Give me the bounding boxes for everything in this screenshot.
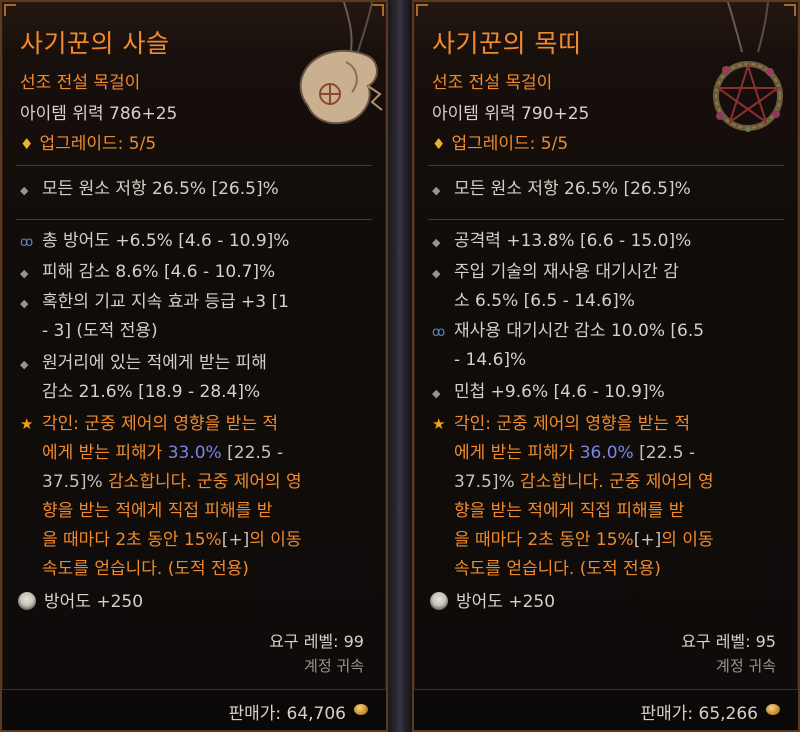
diamond-bullet-icon: ◆ [432,184,441,197]
affix-line: ꝏ총 방어도 +6.5% [4.6 - 10.9]% [20,227,374,257]
skull-gem-icon [430,592,448,610]
upgrade-diamond-icon: ♦ [432,135,446,153]
required-level: 요구 레벨: 95 [681,632,776,651]
sell-price-bar: 판매가: 65,266 [414,689,798,730]
item-name: 사기꾼의 목띠 [432,29,582,58]
sell-price: 판매가: 64,706 [228,704,346,724]
affix-line-cont: - 3] (도적 전용) [42,321,158,341]
affix-line: ◆ 혹한의 기교 지속 효과 등급 +3 [1 [20,288,374,318]
item-power: 아이템 위력 790+25 [432,104,590,124]
affix-line-cont: - 14.6]% [454,350,527,370]
implicit-stat: ◆ 모든 원소 저항 26.5% [26.5]% [20,175,374,205]
affix-line: ◆ 민첩 +9.6% [4.6 - 10.9]% [432,378,786,408]
upgrade-diamond-icon: ♦ [20,135,34,153]
implicit-stat: ◆ 모든 원소 저항 26.5% [26.5]% [432,175,786,205]
diamond-bullet-icon: ◆ [20,358,29,371]
blue-swirl-icon: ꝏ [432,325,446,340]
divider [16,219,372,220]
panel-separator [388,0,412,732]
diamond-bullet-icon: ◆ [432,236,441,249]
aspect-text: 향을 받는 적에게 직접 피해를 받 [454,501,685,521]
item-type: 선조 전설 목걸이 [20,73,141,93]
diamond-bullet-icon: ◆ [20,184,29,197]
item-tooltip-left: 사기꾼의 사슬 선조 전설 목걸이 아이템 위력 786+25 ♦ 업그레이드: … [0,0,388,732]
aspect-text: 37.5]% 감소합니다. 군중 제어의 영 [454,472,714,492]
affix-line: ◆ 원거리에 있는 적에게 받는 피해 [20,349,374,379]
item-power: 아이템 위력 786+25 [20,104,178,124]
affix-line: ◆ 공격력 +13.8% [6.6 - 15.0]% [432,227,786,257]
affix-line-cont: 소 6.5% [6.5 - 14.6]% [454,291,635,311]
affix-line: ◆ 주입 기술의 재사용 대기시간 감 [432,258,786,288]
sell-price-bar: 판매가: 64,706 [2,689,386,730]
amulet-claw-icon [299,2,383,125]
divider [428,165,784,166]
armor-stat: 방어도 +250 [18,587,143,612]
item-tooltip-right: 사기꾼의 목띠 선조 전설 목걸이 아이템 위력 790+25 ♦ 업그레이드: … [412,0,800,732]
diamond-bullet-icon: ◆ [20,267,29,280]
divider [428,219,784,220]
aspect-text: 향을 받는 적에게 직접 피해를 받 [42,501,273,521]
upgrade-status: ♦ 업그레이드: 5/5 [20,134,157,154]
aspect-text: ★ 각인: 군중 제어의 영향을 받는 적 [432,410,786,439]
diamond-bullet-icon: ◆ [432,267,441,280]
sell-price: 판매가: 65,266 [640,704,758,724]
aspect-text: 에게 받는 피해가 33.0% [22.5 - [42,443,284,463]
blue-swirl-icon: ꝏ [20,235,34,250]
aspect-text: 을 때마다 2초 동안 15%[+]의 이동 [42,530,302,550]
gold-coin-icon [354,704,368,715]
aspect-text: 을 때마다 2초 동안 15%[+]의 이동 [454,530,714,550]
required-level: 요구 레벨: 99 [269,632,364,651]
diamond-bullet-icon: ◆ [432,387,441,400]
gold-coin-icon [766,704,780,715]
item-name: 사기꾼의 사슬 [20,29,170,58]
affix-line: ◆ 피해 감소 8.6% [4.6 - 10.7]% [20,258,374,288]
aspect-text: 속도를 얻습니다. (도적 전용) [42,559,249,579]
affix-line-cont: 감소 21.6% [18.9 - 28.4]% [42,382,261,402]
amulet-pentagram-icon [713,2,783,132]
aspect-text: 37.5]% 감소합니다. 군중 제어의 영 [42,472,302,492]
affix-line: ꝏ 재사용 대기시간 감소 10.0% [6.5 [432,317,786,347]
upgrade-status: ♦ 업그레이드: 5/5 [432,134,569,154]
aspect-text: 에게 받는 피해가 36.0% [22.5 - [454,443,696,463]
divider [16,165,372,166]
armor-stat: 방어도 +250 [430,587,555,612]
diamond-bullet-icon: ◆ [20,297,29,310]
skull-gem-icon [18,592,36,610]
account-bound: 계정 귀속 [304,657,364,675]
aspect-text: ★ 각인: 군중 제어의 영향을 받는 적 [20,410,374,439]
item-type: 선조 전설 목걸이 [432,73,553,93]
star-icon: ★ [432,415,446,433]
star-icon: ★ [20,415,34,433]
account-bound: 계정 귀속 [716,657,776,675]
aspect-text: 속도를 얻습니다. (도적 전용) [454,559,661,579]
